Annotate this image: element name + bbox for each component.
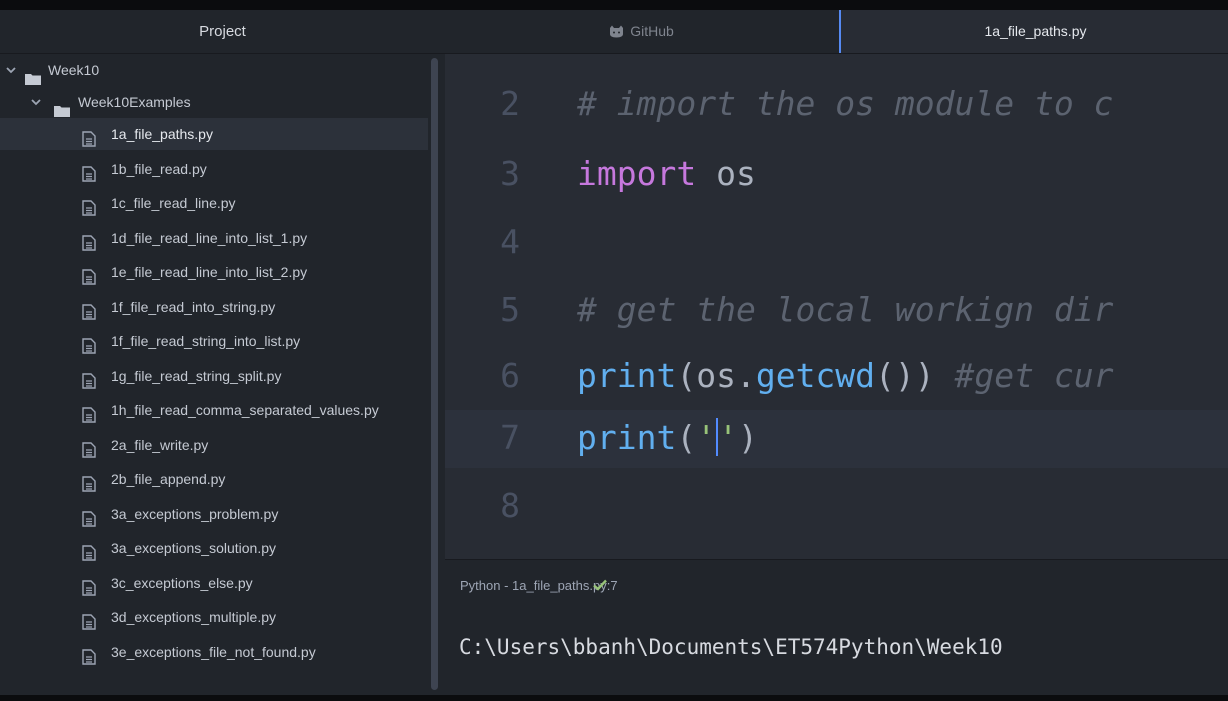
output-text: C:\Users\bbanh\Documents\ET574Python\Wee… [459,635,1003,659]
line-number: 7 [500,418,520,457]
file-tree-item[interactable]: 3c_exceptions_else.py [0,567,428,599]
chevron-down-icon[interactable] [31,86,43,118]
file-icon [82,575,96,596]
code-line-7: print('') [577,418,758,457]
tab-github[interactable]: GitHub [445,10,838,53]
project-panel-title: Project [0,10,445,54]
file-icon [82,299,96,320]
project-panel: Project Week10 Week10Examples 1a_file_pa… [0,10,445,695]
code-string-quote: ' [718,418,738,457]
file-tree-item-label: 1f_file_read_into_string.py [111,298,276,315]
sidebar-scrollbar[interactable] [431,58,438,690]
code-editor[interactable]: 2 # import the os module to c 3 import o… [445,54,1228,559]
file-tree-item-label: 2a_file_write.py [111,436,209,453]
file-icon [82,368,96,389]
file-tree-item[interactable]: 1h_file_read_comma_separated_values.py [0,394,428,426]
file-icon [82,195,96,216]
file-icon [82,437,96,458]
file-tree-item-label: 1g_file_read_string_split.py [111,367,282,384]
file-icon [82,644,96,665]
code-line-2: # import the os module to c [577,84,1113,123]
tree-folder-label: Week10Examples [78,94,191,110]
code-method: getcwd [755,356,876,395]
code-function: print [577,356,677,395]
code-text: os [696,154,756,193]
current-line-highlight [445,410,1228,468]
file-tree-item-label: 1a_file_paths.py [111,126,213,142]
code-text: ) [737,418,758,457]
code-function: print [577,418,677,457]
file-tree-item[interactable]: 1g_file_read_string_split.py [0,360,428,392]
file-tree-item-label: 3d_exceptions_multiple.py [111,609,276,625]
file-tree-item-label: 1d_file_read_line_into_list_1.py [111,229,308,246]
code-text: ()) [875,356,955,395]
tab-1a-file-paths[interactable]: 1a_file_paths.py [839,10,1228,53]
line-number: 6 [500,356,520,395]
file-tree-item-label: 3c_exceptions_else.py [111,574,253,591]
file-tree-item-label: 1h_file_read_comma_separated_values.py [111,402,379,418]
file-icon [82,506,96,527]
file-tree-item[interactable]: 1a_file_paths.py [0,118,428,150]
file-icon [82,402,96,423]
tab-bar: GitHub 1a_file_paths.py [445,10,1228,54]
tab-label: 1a_file_paths.py [984,23,1087,39]
check-icon [593,578,607,596]
line-number: 4 [500,222,520,261]
file-icon [82,333,96,354]
file-tree-item-label: 2b_file_append.py [111,471,226,487]
code-text: (os. [676,356,756,395]
file-tree-item-label: 1c_file_read_line.py [111,195,236,211]
github-octocat-icon [609,12,624,55]
file-icon [82,609,96,630]
file-tree-item[interactable]: 1b_file_read.py [0,153,428,185]
file-tree-item-label: 1b_file_read.py [111,160,207,177]
file-tree-item[interactable]: 1f_file_read_string_into_list.py [0,325,428,357]
code-comment: #get cur [954,356,1114,395]
file-tree-item-label: 1e_file_read_line_into_list_2.py [111,264,308,280]
tab-label: GitHub [630,23,674,39]
file-icon [82,230,96,251]
file-tree-item[interactable]: 1c_file_read_line.py [0,187,428,219]
file-icon [82,264,96,285]
file-tree: Week10 Week10Examples 1a_file_paths.py 1b… [0,54,440,695]
file-tree-item[interactable]: 3a_exceptions_problem.py [0,498,428,530]
file-tree-item[interactable]: 2a_file_write.py [0,429,428,461]
file-tree-item-label: 3a_exceptions_problem.py [111,505,279,522]
file-icon [82,540,96,561]
file-tree-item[interactable]: 2b_file_append.py [0,463,428,495]
line-number: 8 [500,486,520,525]
output-panel: C:\Users\bbanh\Documents\ET574Python\Wee… [445,611,1228,695]
file-tree-item-label: 3e_exceptions_file_not_found.py [111,643,316,660]
file-tree-item[interactable]: 3e_exceptions_file_not_found.py [0,636,428,668]
tree-folder-week10examples[interactable]: Week10Examples [0,86,428,118]
file-tree-item[interactable]: 1e_file_read_line_into_list_2.py [0,256,428,288]
file-tree-item[interactable]: 1f_file_read_into_string.py [0,291,428,323]
line-number: 2 [500,84,520,123]
file-tree-item[interactable]: 1d_file_read_line_into_list_1.py [0,222,428,254]
tree-folder-label: Week10 [48,62,100,78]
file-tree-item-label: 3a_exceptions_solution.py [111,540,277,556]
code-comment: # get the local workign dir [577,290,1114,329]
chevron-down-icon[interactable] [6,54,18,86]
line-number: 5 [500,290,520,329]
file-tree-item-label: 1f_file_read_string_into_list.py [111,333,301,349]
code-keyword: import [577,154,697,193]
file-tree-item[interactable]: 3a_exceptions_solution.py [0,532,428,564]
code-line-3: import os [577,154,756,193]
tree-folder-week10[interactable]: Week10 [0,54,428,86]
file-icon [82,126,96,147]
file-icon [82,161,96,182]
status-bar: Python - 1a_file_paths.py:7 [445,559,1228,611]
line-number: 3 [500,154,520,193]
file-icon [82,471,96,492]
folder-icon [54,96,70,117]
folder-icon [25,64,41,85]
code-text: ( [676,418,697,457]
code-string-quote: ' [696,418,717,457]
code-line-5: # get the local workign dir [577,290,1113,329]
code-comment: # import the os module to c [577,84,1114,123]
app-window: Project Week10 Week10Examples 1a_file_pa… [0,0,1228,701]
code-line-6: print(os.getcwd()) #get cur [577,356,1113,395]
file-tree-item[interactable]: 3d_exceptions_multiple.py [0,601,428,633]
